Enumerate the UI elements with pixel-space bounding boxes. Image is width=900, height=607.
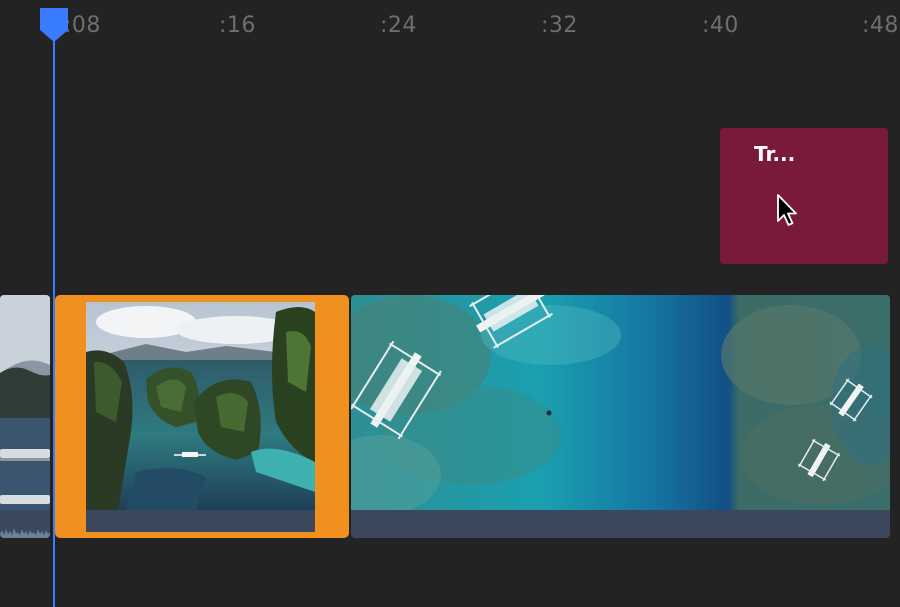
title-clip-label: Tr...	[754, 142, 796, 166]
ruler-tick: :32	[541, 13, 578, 38]
video-clip-lagoon-cliffs-selected[interactable]	[55, 295, 349, 538]
ruler-tick: :16	[219, 13, 256, 38]
video-clip-lagoon-coast[interactable]	[0, 295, 50, 538]
video-clip-aerial-reef[interactable]	[351, 295, 890, 538]
ruler-tick: :08	[64, 13, 101, 38]
playhead-line[interactable]	[53, 24, 55, 607]
clip-thumbnail	[0, 295, 50, 510]
clip-thumbnail	[351, 295, 890, 510]
mouse-pointer-icon	[777, 194, 797, 226]
ruler-tick: :48	[862, 13, 899, 38]
time-ruler[interactable]: :08 :16 :24 :32 :40 :48	[0, 0, 900, 56]
timeline-panel[interactable]: :08 :16 :24 :32 :40 :48 Tr...	[0, 0, 900, 607]
ruler-tick: :24	[380, 13, 417, 38]
title-clip[interactable]: Tr...	[720, 128, 888, 264]
playhead-handle-icon[interactable]	[40, 8, 68, 42]
ruler-tick: :40	[702, 13, 739, 38]
clip-content	[86, 302, 315, 532]
clip-thumbnail	[86, 302, 315, 510]
clip-audio-strip	[0, 510, 50, 538]
